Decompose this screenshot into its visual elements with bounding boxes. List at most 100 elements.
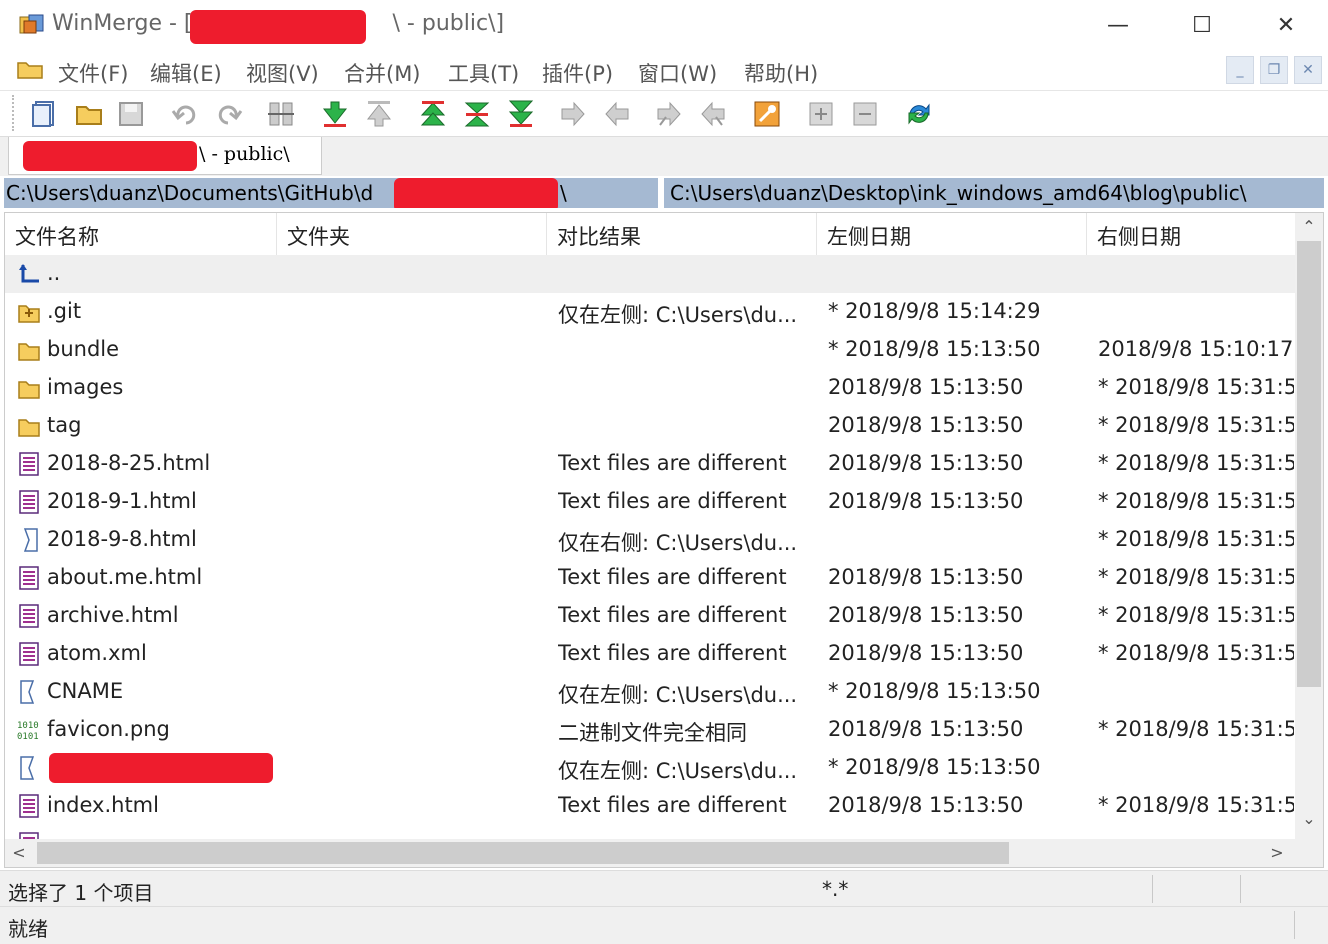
column-result[interactable]: 对比结果 — [547, 213, 817, 255]
title-redaction — [190, 10, 366, 44]
expand-icon[interactable] — [806, 99, 836, 129]
file-row[interactable]: CNAME 仅在左侧: C:\Users\du... * 2018/9/8 15:1… — [5, 673, 1295, 711]
left-date: * 2018/9/8 15:13:50 — [828, 337, 1041, 361]
horizontal-scroll-thumb[interactable] — [37, 842, 1009, 864]
tab-redaction — [23, 141, 197, 171]
compare-list: 文件名称 文件夹 对比结果 左侧日期 右侧日期 .. .git 仅在左侧: C:\U… — [4, 212, 1324, 868]
menu-edit[interactable]: 编辑(E) — [150, 58, 222, 88]
right-date: * 2018/9/8 15:31:58 — [1098, 375, 1294, 399]
left-date: 2018/9/8 15:13:50 — [828, 489, 1024, 513]
save-icon[interactable] — [116, 99, 146, 129]
compare-result: 仅在左侧: C:\Users\du... — [558, 303, 798, 327]
copy-right-advance-icon[interactable] — [654, 99, 684, 129]
folder-icon — [18, 419, 40, 437]
text-diff-icon — [19, 794, 39, 818]
refresh-icon[interactable] — [904, 99, 934, 129]
filter-icon[interactable] — [266, 99, 296, 129]
left-path-text: C:\Users\duanz\Documents\GitHub\d — [6, 181, 374, 205]
file-row[interactable]: 仅在左侧: C:\Users\du... * 2018/9/8 15:13:50 — [5, 749, 1295, 787]
menu-window[interactable]: 窗口(W) — [638, 58, 717, 88]
git-folder-icon — [18, 305, 40, 323]
scroll-right-arrow-icon[interactable]: > — [1263, 839, 1291, 867]
maximize-button[interactable]: ☐ — [1160, 0, 1244, 50]
mdi-minimize-button[interactable]: _ — [1226, 56, 1254, 84]
toolbar-separator — [254, 99, 255, 129]
toolbar-separator — [404, 99, 405, 129]
collapse-icon[interactable] — [850, 99, 880, 129]
file-name-redaction — [49, 753, 273, 783]
last-diff-icon[interactable] — [506, 99, 536, 129]
right-date: * 2018/9/8 15:31:58 — [1098, 793, 1294, 817]
menu-view[interactable]: 视图(V) — [246, 58, 319, 88]
open-folder-icon[interactable] — [74, 99, 104, 129]
right-date: * 2018/9/8 15:31:58 — [1098, 527, 1294, 551]
next-diff-icon[interactable] — [320, 99, 350, 129]
vertical-scroll-thumb[interactable] — [1297, 241, 1321, 687]
scroll-down-arrow-icon[interactable]: ⌄ — [1295, 809, 1323, 837]
minimize-button[interactable]: — — [1076, 0, 1160, 50]
copy-left-icon[interactable] — [602, 99, 632, 129]
compare-result: Text files are different — [558, 565, 787, 589]
undo-icon[interactable] — [170, 99, 200, 129]
file-row[interactable]: tag 2018/9/8 15:13:50 * 2018/9/8 15:31:58 — [5, 407, 1295, 445]
first-diff-icon[interactable] — [418, 99, 448, 129]
document-tab[interactable]: \ - public\ — [8, 137, 322, 175]
copy-right-icon[interactable] — [558, 99, 588, 129]
parent-folder-row[interactable]: .. — [5, 255, 1295, 293]
winmerge-logo-icon — [19, 14, 44, 34]
menu-help[interactable]: 帮助(H) — [744, 58, 818, 88]
close-button[interactable]: ✕ — [1244, 0, 1328, 50]
file-row[interactable]: images 2018/9/8 15:13:50 * 2018/9/8 15:31:… — [5, 369, 1295, 407]
current-diff-icon[interactable] — [462, 99, 492, 129]
toolbar-separator — [546, 99, 547, 129]
mdi-close-button[interactable]: ✕ — [1294, 56, 1322, 84]
compare-result: Text files are different — [558, 603, 787, 627]
left-only-icon — [20, 756, 35, 780]
file-row[interactable]: bundle * 2018/9/8 15:13:50 2018/9/8 15:10:… — [5, 331, 1295, 369]
left-date: 2018/9/8 15:13:50 — [828, 641, 1024, 665]
vertical-scrollbar[interactable]: ⌃ ⌄ — [1295, 213, 1323, 839]
column-right-date[interactable]: 右侧日期 — [1087, 213, 1295, 255]
file-row[interactable]: 2018-9-8.html 仅在右侧: C:\Users\du... * 2018/… — [5, 521, 1295, 559]
scroll-up-arrow-icon[interactable]: ⌃ — [1295, 213, 1323, 241]
file-row[interactable]: .git 仅在左侧: C:\Users\du... * 2018/9/8 15:14… — [5, 293, 1295, 331]
text-diff-icon — [19, 604, 39, 628]
file-row[interactable]: 2018-9-1.html Text files are different 201… — [5, 483, 1295, 521]
file-row[interactable]: about.me.html Text files are different 201… — [5, 559, 1295, 597]
file-row[interactable]: archive.html Text files are different 2018… — [5, 597, 1295, 635]
right-path[interactable]: C:\Users\duanz\Desktop\ink_windows_amd64… — [664, 178, 1324, 208]
toolbar-separator — [738, 99, 739, 129]
file-row[interactable]: index.html Text files are different 2018/9… — [5, 787, 1295, 825]
new-icon[interactable] — [30, 99, 60, 129]
scroll-corner — [1295, 839, 1323, 867]
file-row[interactable]: atom.xml Text files are different 2018/9/8… — [5, 635, 1295, 673]
column-name[interactable]: 文件名称 — [5, 213, 277, 255]
file-row[interactable] — [5, 825, 1295, 839]
menu-plugins[interactable]: 插件(P) — [542, 58, 613, 88]
toolbar — [0, 90, 1328, 136]
file-row[interactable]: 2018-8-25.html Text files are different 20… — [5, 445, 1295, 483]
copy-left-advance-icon[interactable] — [698, 99, 728, 129]
status-separator — [1294, 911, 1295, 939]
mdi-restore-button[interactable]: ❐ — [1260, 56, 1288, 84]
title-suffix: \ - public\] — [392, 11, 505, 36]
folder-icon[interactable] — [16, 58, 44, 80]
prev-diff-icon[interactable] — [364, 99, 394, 129]
file-row[interactable]: 1010 0101 favicon.png 二进制文件完全相同 2018/9/8 15:… — [5, 711, 1295, 749]
options-icon[interactable] — [752, 99, 782, 129]
left-path[interactable]: C:\Users\duanz\Documents\GitHub\d \ — [4, 178, 658, 208]
file-name: 2018-9-1.html — [47, 489, 197, 513]
binary-icon: 10100101 — [17, 721, 39, 742]
mdi-restore-icon: ❐ — [1267, 62, 1281, 78]
column-left-date[interactable]: 左侧日期 — [817, 213, 1087, 255]
right-date: * 2018/9/8 15:31:58 — [1098, 451, 1294, 475]
menu-merge[interactable]: 合并(M) — [344, 58, 421, 88]
menu-file[interactable]: 文件(F) — [58, 58, 128, 88]
redo-icon[interactable] — [214, 99, 244, 129]
horizontal-scrollbar[interactable]: < > — [5, 839, 1295, 867]
column-folder[interactable]: 文件夹 — [277, 213, 547, 255]
scroll-left-arrow-icon[interactable]: < — [5, 839, 33, 867]
menu-tools[interactable]: 工具(T) — [448, 58, 519, 88]
file-name: about.me.html — [47, 565, 203, 589]
toolbar-grip[interactable] — [12, 95, 16, 131]
